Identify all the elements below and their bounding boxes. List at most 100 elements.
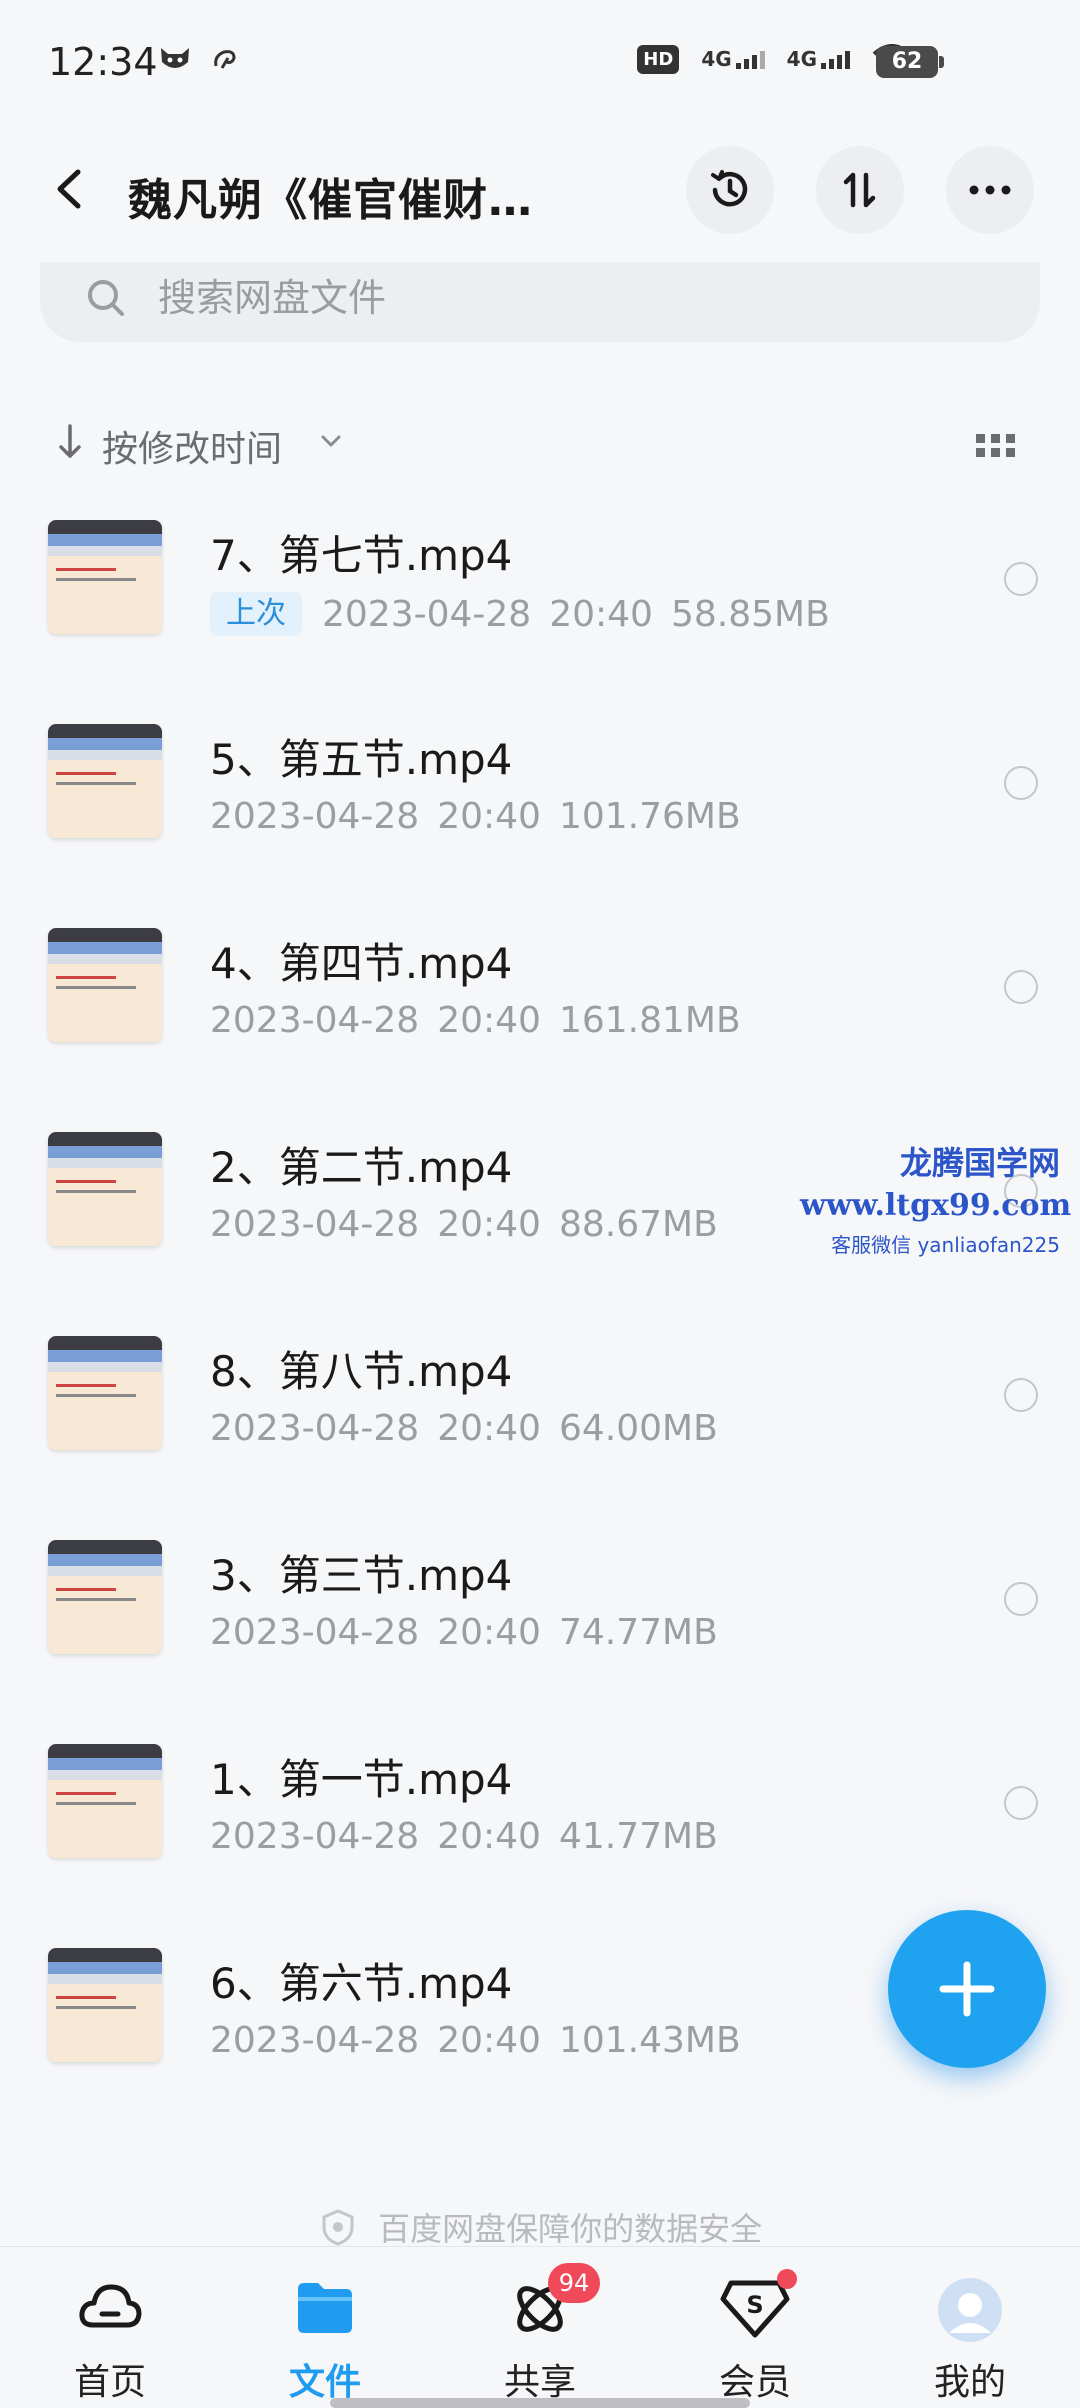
file-name: 4、第四节.mp4 (210, 939, 513, 988)
file-size: 41.77MB (558, 1816, 718, 1857)
nav-mine-label: 我的 (933, 2362, 1006, 2403)
file-size: 58.85MB (670, 593, 830, 635)
file-meta: 2023-04-28 20:40 101.76MB (210, 796, 741, 837)
file-meta: 2023-04-28 20:40 64.00MB (210, 1408, 718, 1449)
file-meta: 2023-04-28 20:40 41.77MB (210, 1816, 718, 1857)
share-badge: 94 (548, 2263, 600, 2303)
security-text: 百度网盘保障你的数据安全 (378, 2210, 763, 2248)
file-date: 2023-04-28 (210, 1816, 420, 1857)
back-arrow-icon[interactable] (46, 164, 96, 214)
signal-bars-icon (735, 49, 765, 69)
file-row[interactable]: 5、第五节.mp4 2023-04-28 20:40 101.76MB (0, 704, 1080, 908)
file-date: 2023-04-28 (210, 1204, 420, 1245)
file-row[interactable]: 7、第七节.mp4 上次 2023-04-28 20:40 58.85MB (0, 500, 1080, 704)
video-thumbnail (48, 1132, 162, 1246)
page-title: 魏凡朔《催官催财… (128, 175, 533, 226)
file-list: 7、第七节.mp4 上次 2023-04-28 20:40 58.85MB 5、… (0, 500, 1080, 2132)
select-checkbox[interactable] (1004, 1786, 1038, 1820)
search-bar[interactable] (40, 262, 1040, 342)
signal-bars-icon (821, 49, 850, 69)
more-button[interactable] (946, 146, 1034, 234)
header: 魏凡朔《催官催财… (0, 140, 1080, 240)
file-meta: 2023-04-28 20:40 88.67MB (210, 1204, 718, 1245)
file-size: 101.76MB (558, 796, 741, 837)
nav-files[interactable]: 文件 (245, 2277, 405, 2407)
last-viewed-badge: 上次 (210, 592, 302, 636)
file-time: 20:40 (437, 1000, 541, 1041)
select-checkbox[interactable] (1004, 1582, 1038, 1616)
cloud-home-icon (79, 2284, 142, 2328)
signal-1: 4G (701, 49, 765, 69)
security-note: 百度网盘保障你的数据安全 (0, 2204, 1080, 2250)
bottom-nav: 首页 文件 94 共享 S 会员 我的 (0, 2246, 1080, 2408)
file-size: 74.77MB (558, 1612, 718, 1653)
file-time: 20:40 (549, 593, 653, 635)
nav-home-label: 首页 (73, 2362, 146, 2403)
file-time: 20:40 (437, 2020, 541, 2061)
file-time: 20:40 (437, 1408, 541, 1449)
history-button[interactable] (686, 146, 774, 234)
video-thumbnail (48, 1948, 162, 2062)
watermark-line-3: 客服微信 yanliaofan225 (831, 1233, 1060, 1257)
video-thumbnail (48, 520, 162, 634)
folder-icon (298, 2283, 352, 2333)
file-size: 101.43MB (558, 2020, 741, 2061)
status-time: 12:34 (48, 40, 158, 84)
nav-vip[interactable]: S 会员 (675, 2269, 835, 2407)
file-time: 20:40 (437, 796, 541, 837)
vip-notification-dot (777, 2269, 797, 2289)
video-thumbnail (48, 1540, 162, 1654)
video-thumbnail (48, 928, 162, 1042)
home-indicator (330, 2398, 750, 2408)
file-meta: 2023-04-28 20:40 161.81MB (210, 1000, 741, 1041)
chevron-down-icon[interactable] (318, 432, 344, 450)
file-name: 1、第一节.mp4 (210, 1755, 513, 1804)
sort-order-button[interactable] (816, 146, 904, 234)
shield-icon (322, 2209, 354, 2246)
file-time: 20:40 (437, 1612, 541, 1653)
select-checkbox[interactable] (1004, 1378, 1038, 1412)
file-date: 2023-04-28 (210, 2020, 420, 2061)
file-date: 2023-04-28 (210, 1612, 420, 1653)
sort-label[interactable]: 按修改时间 (102, 420, 282, 472)
video-thumbnail (48, 1744, 162, 1858)
file-date: 2023-04-28 (322, 593, 532, 635)
file-row[interactable]: 3、第三节.mp4 2023-04-28 20:40 74.77MB (0, 1520, 1080, 1724)
search-input[interactable] (158, 274, 858, 322)
file-size: 88.67MB (558, 1204, 718, 1245)
file-name: 7、第七节.mp4 (210, 531, 513, 580)
notification-link-icon (214, 50, 236, 69)
video-thumbnail (48, 724, 162, 838)
file-date: 2023-04-28 (210, 796, 420, 837)
status-notification-icons (158, 44, 240, 74)
status-system-icons: HD 4G 4G (637, 44, 912, 74)
notification-app-icon (161, 48, 189, 68)
watermark-line-1: 龙腾国学网 (899, 1144, 1060, 1182)
file-size: 64.00MB (558, 1408, 718, 1449)
sort-row: 按修改时间 (0, 410, 1080, 480)
sort-order-icon (843, 172, 876, 208)
file-name: 6、第六节.mp4 (210, 1959, 513, 2008)
file-meta: 2023-04-28 20:40 74.77MB (210, 1612, 718, 1653)
search-icon (88, 280, 124, 316)
file-date: 2023-04-28 (210, 1000, 420, 1041)
select-checkbox[interactable] (1004, 766, 1038, 800)
grid-view-icon[interactable] (976, 432, 1016, 460)
nav-share[interactable]: 94 共享 (460, 2263, 620, 2407)
file-name: 8、第八节.mp4 (210, 1347, 513, 1396)
file-row[interactable]: 1、第一节.mp4 2023-04-28 20:40 41.77MB (0, 1724, 1080, 1928)
add-button[interactable] (888, 1910, 1046, 2068)
file-row[interactable]: 4、第四节.mp4 2023-04-28 20:40 161.81MB (0, 908, 1080, 1112)
select-checkbox[interactable] (1004, 562, 1038, 596)
file-row[interactable]: 8、第八节.mp4 2023-04-28 20:40 64.00MB (0, 1316, 1080, 1520)
nav-home[interactable]: 首页 (30, 2277, 190, 2407)
history-icon (711, 170, 748, 207)
sort-down-arrow-icon[interactable] (56, 422, 84, 462)
avatar-icon (938, 2278, 1002, 2342)
select-checkbox[interactable] (1004, 970, 1038, 1004)
watermark: 龙腾国学网 www.ltgx99.com 客服微信 yanliaofan225 (800, 1138, 1071, 1258)
nav-mine[interactable]: 我的 (890, 2277, 1050, 2407)
video-thumbnail (48, 1336, 162, 1450)
status-bar: 12:34 HD 4G 4G 62 (0, 0, 1080, 130)
file-meta: 上次 2023-04-28 20:40 58.85MB (210, 592, 830, 636)
